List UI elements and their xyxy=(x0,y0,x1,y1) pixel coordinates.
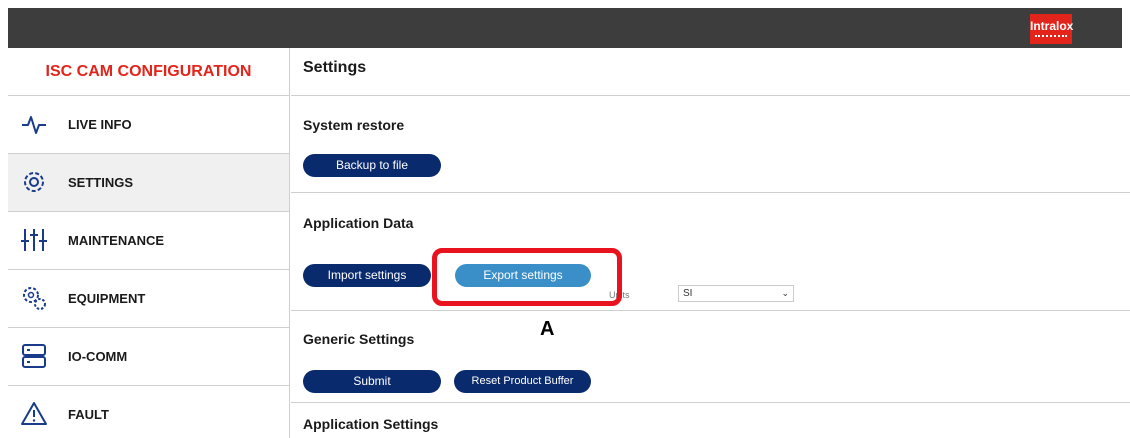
backup-to-file-button[interactable]: Backup to file xyxy=(303,154,441,177)
pulse-icon xyxy=(22,116,46,134)
system-restore-title: System restore xyxy=(303,117,405,133)
main-content: Settings System restore Backup to file A… xyxy=(291,48,1130,438)
sidebar-item-label: LIVE INFO xyxy=(68,117,132,132)
section-divider xyxy=(291,310,1130,311)
sidebar-item-label: FAULT xyxy=(68,407,109,422)
sidebar-item-maintenance[interactable]: MAINTENANCE xyxy=(8,212,289,270)
sidebar-item-live-info[interactable]: LIVE INFO xyxy=(8,96,289,154)
logo-text: Intralox xyxy=(1030,19,1074,33)
submit-button[interactable]: Submit xyxy=(303,370,441,393)
app-window: Intralox ISC CAM CONFIGURATION LIVE INFO… xyxy=(0,0,1130,438)
generic-settings-title: Generic Settings xyxy=(303,331,415,347)
units-select[interactable]: SI ⌄ xyxy=(678,285,794,302)
sidebar-item-io-comm[interactable]: IO-COMM xyxy=(8,328,289,386)
sidebar-item-settings[interactable]: SETTINGS xyxy=(8,154,289,212)
sidebar-item-equipment[interactable]: EQUIPMENT xyxy=(8,270,289,328)
sidebar-item-label: MAINTENANCE xyxy=(68,233,165,248)
import-settings-button[interactable]: Import settings xyxy=(303,264,431,287)
logo-chain-mark xyxy=(1035,35,1067,38)
sidebar: ISC CAM CONFIGURATION LIVE INFO SETTINGS xyxy=(8,48,290,438)
annotation-highlight-box xyxy=(432,248,622,306)
section-divider xyxy=(291,192,1130,193)
server-icon xyxy=(22,344,46,368)
reset-product-buffer-button[interactable]: Reset Product Buffer xyxy=(454,370,591,393)
page-title: Settings xyxy=(303,59,367,76)
units-select-value: SI xyxy=(683,288,693,299)
application-data-title: Application Data xyxy=(303,215,414,231)
sidebar-item-label: SETTINGS xyxy=(68,175,134,190)
gear-icon xyxy=(24,172,44,192)
top-bar xyxy=(8,8,1122,48)
sidebar-item-fault[interactable]: FAULT xyxy=(8,386,289,438)
annotation-label: A xyxy=(540,318,555,340)
chevron-down-icon: ⌄ xyxy=(781,288,789,298)
sidebar-item-label: EQUIPMENT xyxy=(68,291,146,306)
sidebar-item-label: IO-COMM xyxy=(68,349,128,364)
intralox-logo: Intralox xyxy=(1030,14,1074,44)
gears-icon xyxy=(23,287,46,310)
warning-icon xyxy=(21,402,47,425)
section-divider xyxy=(291,95,1130,96)
app-title: ISC CAM CONFIGURATION xyxy=(45,63,252,80)
application-settings-title: Application Settings xyxy=(303,416,439,432)
section-divider xyxy=(291,402,1130,403)
sliders-icon xyxy=(21,229,47,251)
